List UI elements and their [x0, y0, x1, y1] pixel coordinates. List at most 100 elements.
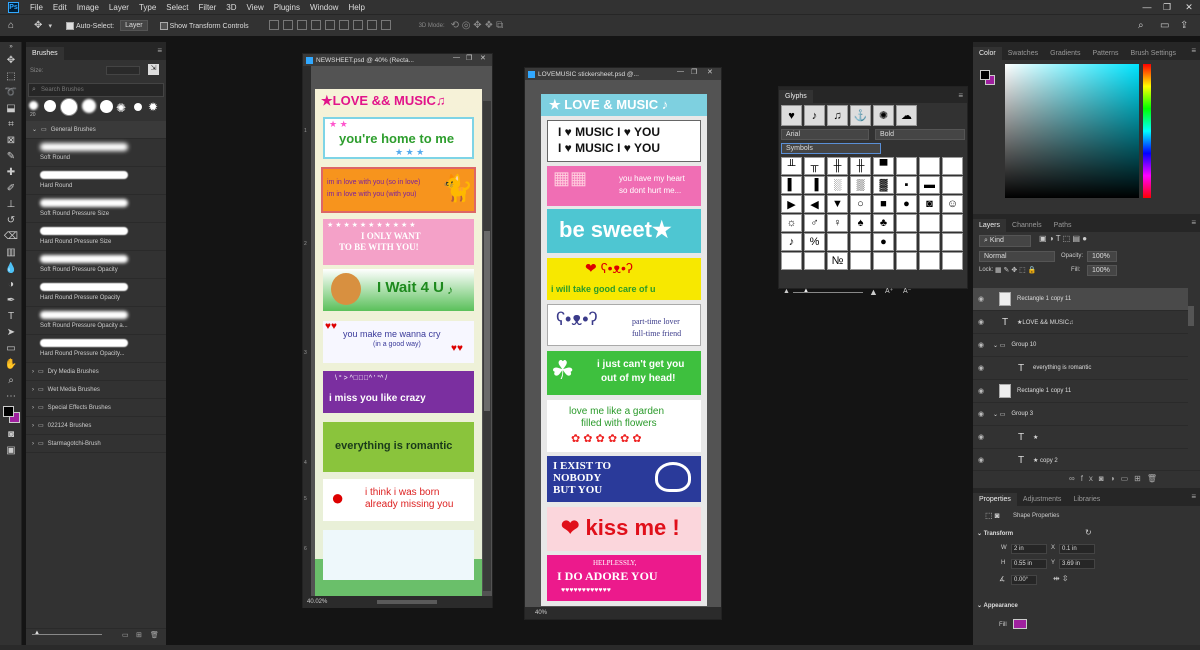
brush-preset[interactable]	[134, 103, 142, 111]
vertical-scrollbar[interactable]	[483, 101, 491, 591]
glyph-cell[interactable]: %	[804, 233, 825, 251]
auto-select-checkbox[interactable]: Auto-Select:	[65, 21, 114, 30]
glyph-cell[interactable]: ◀	[804, 195, 825, 213]
recent-glyph[interactable]: ♥	[781, 105, 802, 126]
menu-view[interactable]: View	[242, 3, 269, 12]
search-brushes-input[interactable]: ⌕ Search Brushes	[28, 83, 164, 97]
3d-orbit-icon[interactable]: ⟲ ◎ ✥ ❖ ⧉	[451, 20, 504, 31]
folder-022124[interactable]: › ▭ 022124 Brushes	[26, 417, 166, 435]
close-icon[interactable]: ✕	[707, 68, 713, 76]
glyph-cell[interactable]: ▼	[827, 195, 848, 213]
glyph-cell[interactable]: ╫	[850, 157, 871, 175]
restore-icon[interactable]: ❐	[691, 68, 697, 76]
folder-wet-media[interactable]: › ▭ Wet Media Brushes	[26, 381, 166, 399]
visibility-eye-icon[interactable]: ◉	[973, 364, 989, 372]
more-tools-icon[interactable]: ⋯	[0, 388, 22, 404]
tab-adjustments[interactable]: Adjustments	[1017, 493, 1068, 506]
menu-image[interactable]: Image	[72, 3, 104, 12]
folder-special-effects[interactable]: › ▭ Special Effects Brushes	[26, 399, 166, 417]
visibility-eye-icon[interactable]: ◉	[973, 341, 989, 349]
brush-preset[interactable]	[29, 101, 38, 110]
lock-icons[interactable]: ▦ ✎ ✥ ⬚ 🔒	[995, 266, 1036, 274]
fill-swatch[interactable]	[1013, 619, 1027, 629]
tab-glyphs[interactable]: Glyphs	[779, 90, 813, 103]
menu-layer[interactable]: Layer	[104, 3, 134, 12]
align-left-icon[interactable]	[268, 19, 279, 30]
brush-item[interactable]: Hard Round Pressure Opacity	[26, 279, 166, 307]
appearance-section[interactable]: ⌄ Appearance	[977, 602, 1018, 609]
tab-patterns[interactable]: Patterns	[1086, 47, 1124, 60]
glyph-cell[interactable]: ☼	[781, 214, 802, 232]
brush-item[interactable]: Hard Round	[26, 167, 166, 195]
glyph-cell[interactable]: ╫	[827, 157, 848, 175]
glyph-cell[interactable]: ╥	[804, 157, 825, 175]
size-slider[interactable]	[32, 634, 102, 635]
panel-menu-icon[interactable]: ≡	[958, 91, 963, 100]
gradient-tool-icon[interactable]: ▥	[0, 244, 22, 260]
folder-icon[interactable]: ⌄ ▭	[993, 411, 1005, 418]
tab-properties[interactable]: Properties	[973, 493, 1017, 506]
height-field[interactable]: 0.55 in	[1011, 559, 1047, 569]
recent-glyph[interactable]: ✺	[873, 105, 894, 126]
menu-filter[interactable]: Filter	[194, 3, 222, 12]
tab-libraries[interactable]: Libraries	[1067, 493, 1106, 506]
brush-preset[interactable]	[44, 100, 56, 112]
hand-tool-icon[interactable]: ✋	[0, 356, 22, 372]
hue-slider[interactable]	[1143, 64, 1151, 198]
layer-row[interactable]: ◉ ⌄ ▭ Group 10	[973, 334, 1188, 357]
glyph-cell[interactable]: ■	[873, 195, 894, 213]
glyph-cell[interactable]	[942, 252, 963, 270]
glyph-cell[interactable]: ♂	[804, 214, 825, 232]
glyph-cell[interactable]	[942, 233, 963, 251]
foreground-color[interactable]	[980, 70, 990, 80]
folder-starmagotchi[interactable]: › ▭ Starmagotchi-Brush	[26, 435, 166, 453]
layer-row[interactable]: ◉ T ★LOVE && MUSIC♫	[973, 311, 1188, 334]
glyph-cell[interactable]: ♠	[850, 214, 871, 232]
show-transform-checkbox[interactable]: Show Transform Controls	[159, 21, 249, 30]
frame-tool-icon[interactable]: ⊠	[0, 132, 22, 148]
glyph-cell[interactable]	[873, 252, 894, 270]
layer-row[interactable]: ◉ T ★	[973, 426, 1188, 449]
crop-tool-icon[interactable]: ⌗	[0, 116, 22, 132]
glyph-cell[interactable]	[919, 157, 940, 175]
visibility-eye-icon[interactable]: ◉	[973, 318, 989, 326]
distribute-vertical-icon[interactable]	[366, 19, 377, 30]
visibility-eye-icon[interactable]: ◉	[973, 433, 989, 441]
visibility-eye-icon[interactable]: ◉	[973, 456, 989, 464]
panel-menu-icon[interactable]: ≡	[1191, 492, 1196, 501]
restore-icon[interactable]: ❐	[466, 54, 472, 62]
glyph-cell[interactable]: ○	[850, 195, 871, 213]
glyph-cell[interactable]: ♀	[827, 214, 848, 232]
eraser-icon[interactable]: ⌫	[0, 228, 22, 244]
blur-tool-icon[interactable]: 💧	[0, 260, 22, 276]
visibility-eye-icon[interactable]: ◉	[973, 410, 989, 418]
glyph-cell[interactable]: ▐	[804, 176, 825, 194]
transform-section[interactable]: ⌄ Transform	[977, 530, 1013, 537]
font-family-select[interactable]: Arial	[781, 129, 869, 140]
size-field[interactable]	[106, 66, 140, 75]
glyph-cell[interactable]: ╨	[781, 157, 802, 175]
menu-select[interactable]: Select	[161, 3, 193, 12]
glyph-cell[interactable]	[896, 214, 917, 232]
glyph-cell[interactable]	[896, 233, 917, 251]
tab-brushes[interactable]: Brushes	[26, 47, 64, 60]
zoom-tool-icon[interactable]: ⌕	[0, 372, 22, 388]
history-brush-icon[interactable]: ↺	[0, 212, 22, 228]
glyph-cell[interactable]	[850, 252, 871, 270]
search-icon[interactable]: ⌕	[1138, 20, 1144, 31]
reset-icon[interactable]: ↻	[1085, 528, 1092, 537]
dodge-tool-icon[interactable]: ◑	[0, 276, 22, 292]
glyph-cell[interactable]	[896, 252, 917, 270]
font-size-up-icon[interactable]: A⁺	[885, 287, 893, 295]
recent-glyph[interactable]: ♪	[804, 105, 825, 126]
share-icon[interactable]: ⇪	[1180, 20, 1188, 31]
glyph-cell[interactable]: ☺	[942, 195, 963, 213]
glyph-cell[interactable]: ▪	[896, 176, 917, 194]
recent-glyph[interactable]: ♫	[827, 105, 848, 126]
filter-icons[interactable]: ▣ ◑ T ⬚ ▤ ●	[1039, 234, 1087, 243]
recent-glyph[interactable]: ⚓	[850, 105, 871, 126]
glyph-cell[interactable]	[781, 252, 802, 270]
y-field[interactable]: 3.69 in	[1059, 559, 1095, 569]
tab-layers[interactable]: Layers	[973, 219, 1007, 232]
align-center-icon[interactable]	[282, 19, 293, 30]
